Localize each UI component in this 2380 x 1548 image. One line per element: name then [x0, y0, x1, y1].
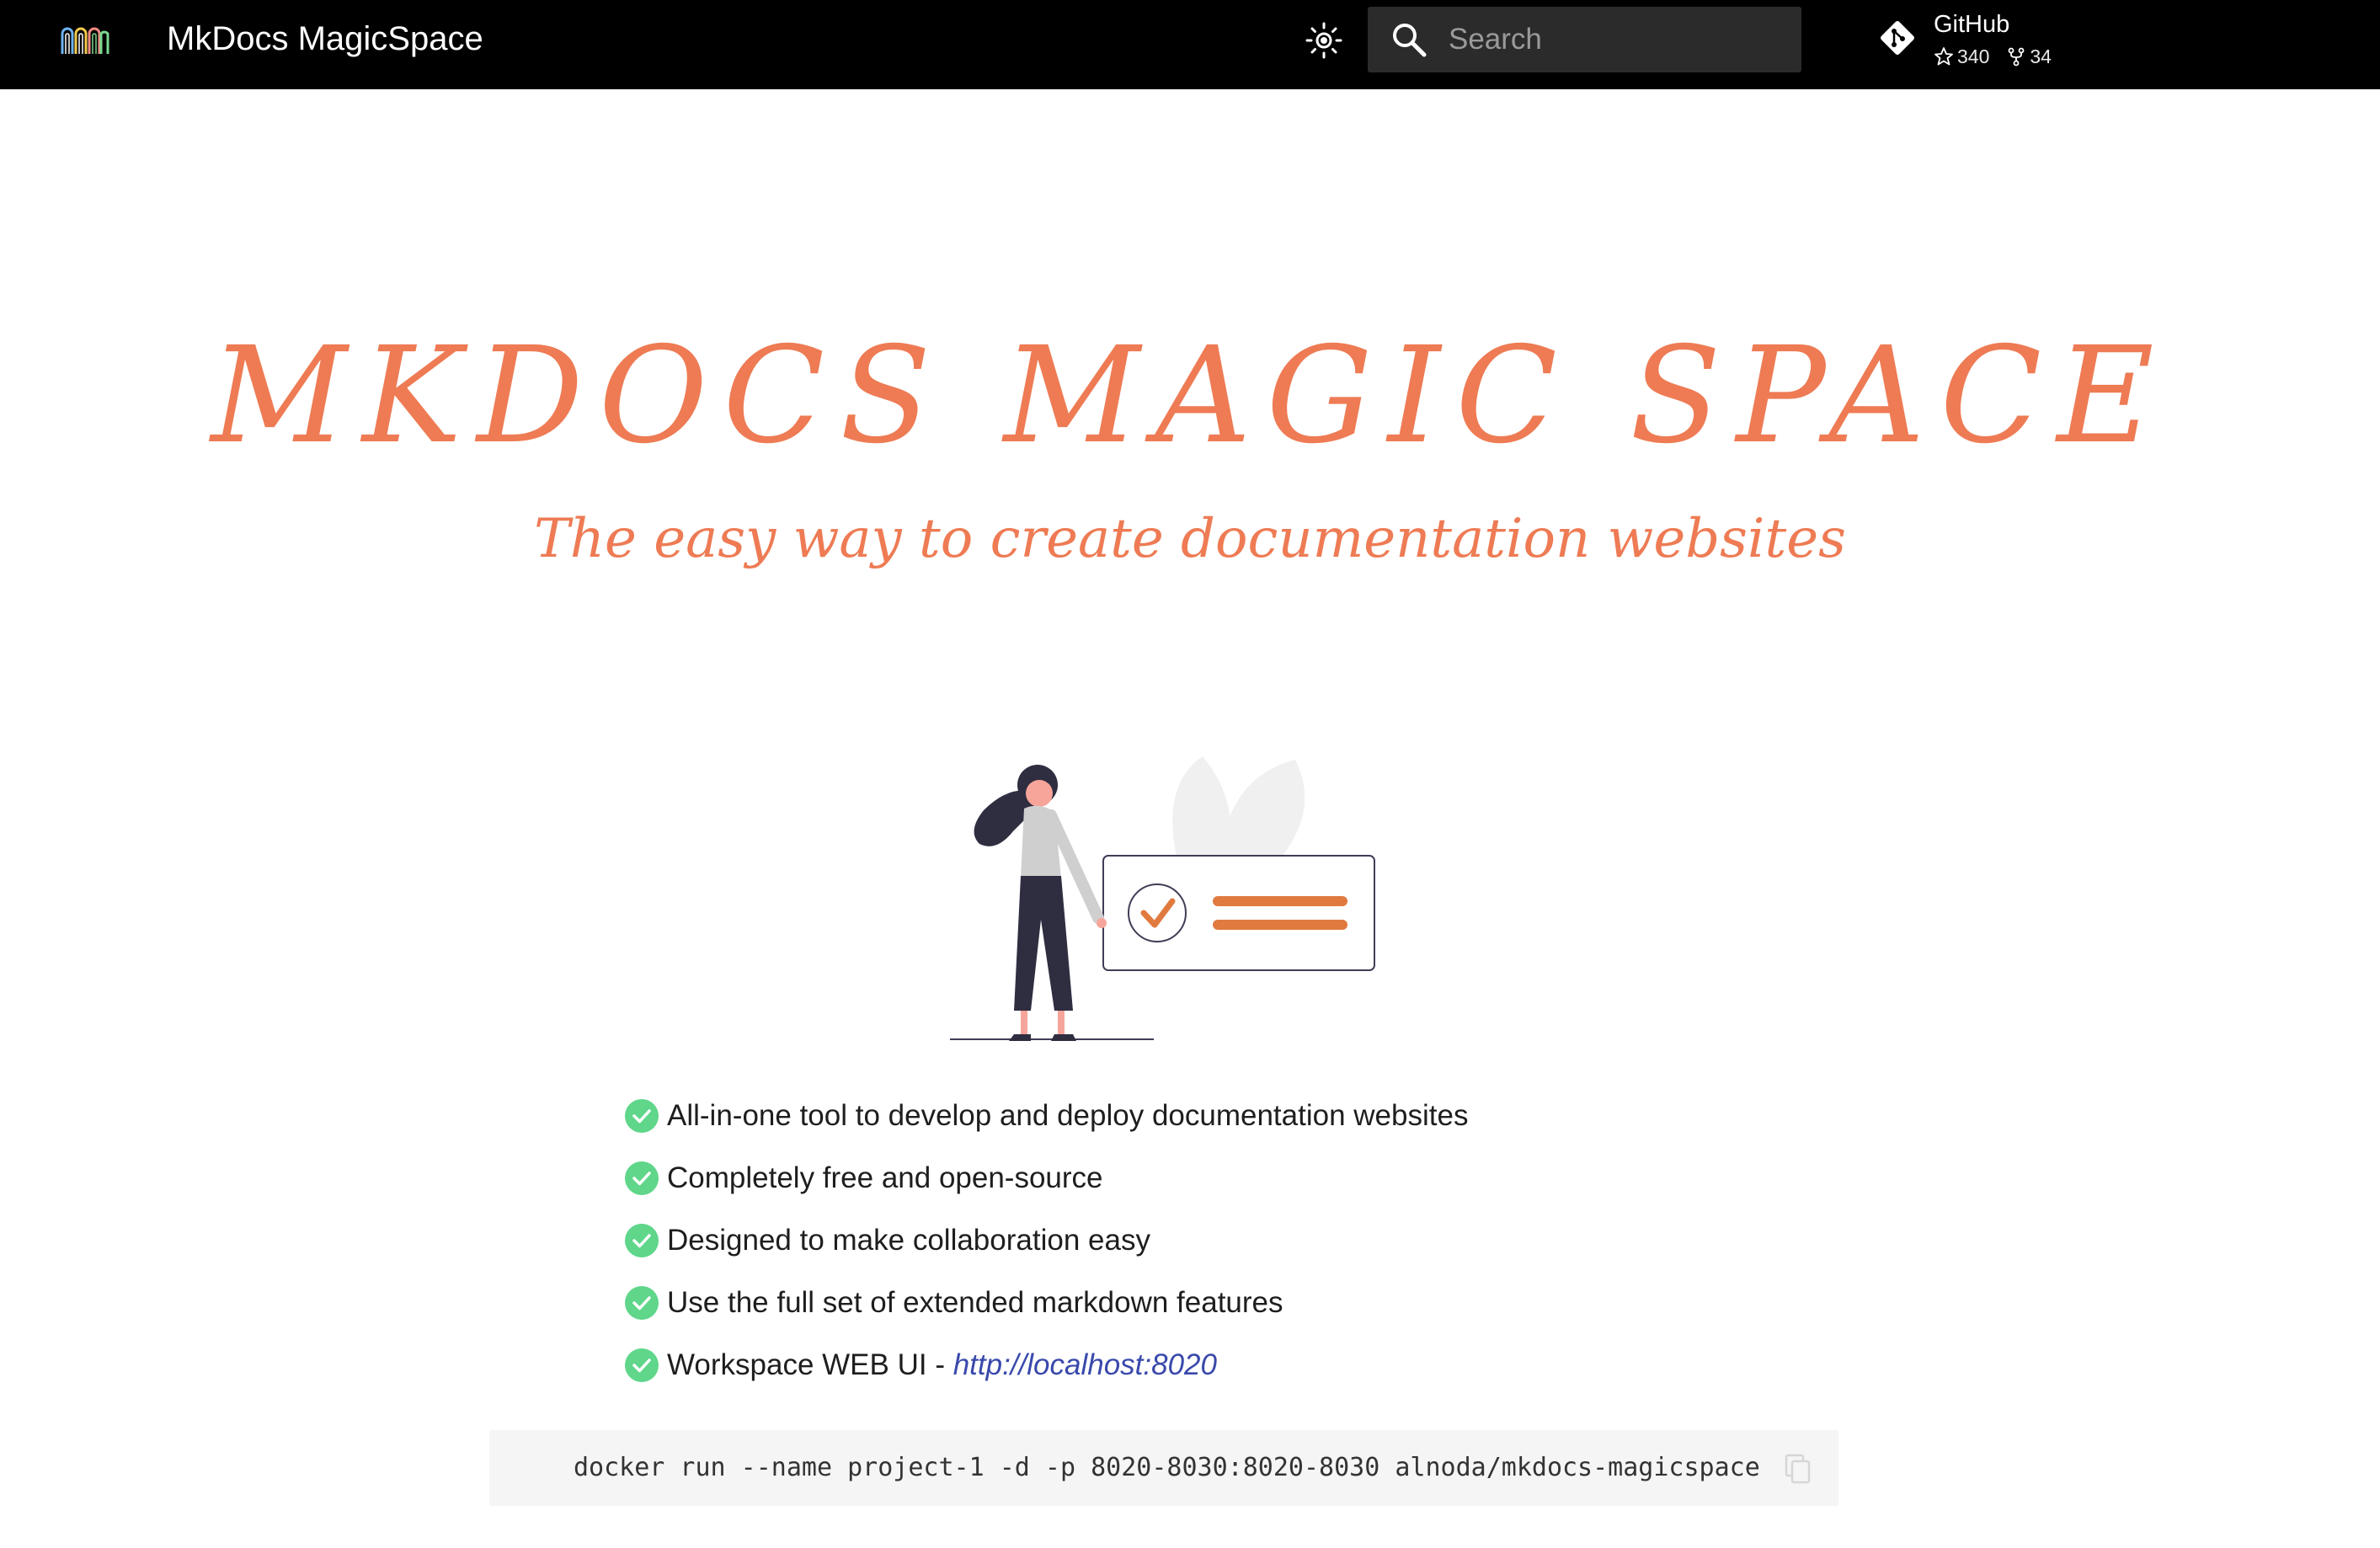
search-input[interactable] — [1447, 19, 1784, 61]
site-title[interactable]: MkDocs MagicSpace — [167, 17, 483, 61]
top-header: MkDocs MagicSpace Git — [0, 0, 2380, 89]
docker-command: docker run --name project-1 -d -p 8020-8… — [574, 1453, 1760, 1482]
copy-icon[interactable] — [1783, 1454, 1813, 1484]
feature-text: Completely free and open-source — [667, 1161, 1103, 1194]
check-circle-icon — [625, 1161, 659, 1195]
feature-text: Designed to make collaboration easy — [667, 1224, 1150, 1257]
list-item: Use the full set of extended markdown fe… — [625, 1272, 1468, 1334]
search-icon[interactable] — [1391, 22, 1427, 57]
stars-value: 340 — [1957, 45, 1990, 67]
fork-icon — [2008, 47, 2025, 67]
star-icon — [1934, 47, 1953, 66]
feature-text: Use the full set of extended markdown fe… — [667, 1286, 1283, 1319]
check-circle-icon — [625, 1224, 659, 1257]
list-item: All-in-one tool to develop and deploy do… — [625, 1085, 1468, 1147]
brightness-icon[interactable] — [1304, 20, 1344, 61]
hero-title: MKDOCS MAGIC SPACE — [211, 318, 2169, 473]
list-item: Workspace WEB UI - http://localhost:8020 — [625, 1334, 1468, 1396]
check-circle-icon — [625, 1099, 659, 1133]
forks-value: 34 — [2030, 45, 2052, 67]
logo-arches-icon[interactable] — [59, 22, 109, 56]
feature-text: All-in-one tool to develop and deploy do… — [667, 1099, 1469, 1132]
search-box[interactable] — [1368, 7, 1801, 72]
list-item: Designed to make collaboration easy — [625, 1209, 1468, 1272]
checklist-illustration — [950, 756, 1375, 1041]
repo-facts: 340 34 — [1934, 44, 2068, 69]
git-icon — [1881, 21, 1914, 55]
feature-text: Workspace WEB UI - — [667, 1348, 953, 1381]
check-circle-icon — [625, 1286, 659, 1320]
repo-name: GitHub — [1934, 11, 2010, 38]
forks-count: 34 — [2006, 44, 2052, 69]
workspace-ui-link[interactable]: http://localhost:8020 — [953, 1348, 1217, 1382]
stars-count: 340 — [1934, 44, 1989, 69]
hero-subtitle: The easy way to create documentation web… — [534, 508, 1846, 570]
repo-link[interactable]: GitHub 340 34 — [1873, 8, 2092, 76]
check-circle-icon — [625, 1348, 659, 1382]
code-block: docker run --name project-1 -d -p 8020-8… — [489, 1430, 1838, 1506]
list-item: Completely free and open-source — [625, 1147, 1468, 1209]
feature-list: All-in-one tool to develop and deploy do… — [625, 1085, 1468, 1396]
